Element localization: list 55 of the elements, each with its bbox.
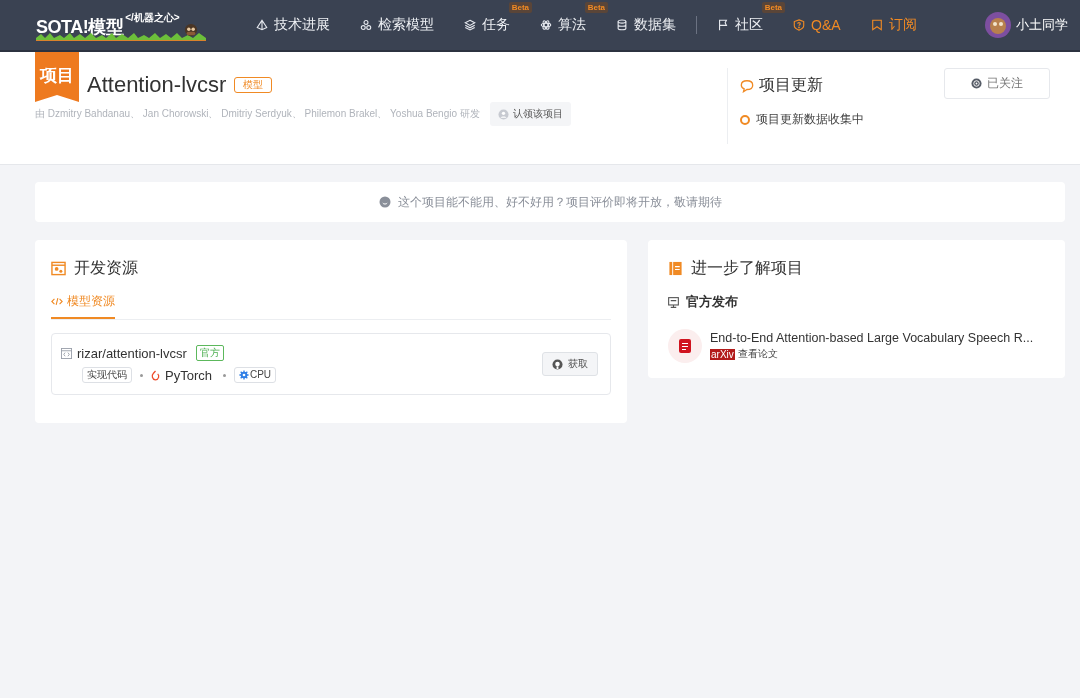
update-status: 项目更新数据收集中 — [756, 111, 864, 128]
get-button[interactable]: 获取 — [542, 352, 598, 376]
database-icon — [616, 19, 628, 31]
nav-link[interactable]: 技术进展 — [256, 16, 330, 34]
beta-badge: Beta — [508, 2, 532, 13]
status-ring-icon — [740, 114, 750, 125]
follow-button[interactable]: 已关注 — [944, 68, 1050, 99]
flag-icon — [717, 19, 729, 31]
avatar-icon[interactable] — [985, 12, 1011, 38]
beta-badge: Beta — [761, 2, 785, 13]
source-badge: arXiv — [710, 348, 735, 360]
code-window-icon — [61, 347, 72, 359]
atom-icon — [540, 19, 552, 31]
authors-text: 由 Dzmitry Bahdanau、 Jan Chorowski、 Dmitriy Serdyuk、 Philemon Brakel、 Yoshua Bengio 研发 — [35, 107, 480, 121]
pyramid-icon — [256, 19, 268, 31]
paper-title-link[interactable]: End-to-End Attention-based Large Vocabulary Speech R... — [710, 331, 1034, 345]
nav-link[interactable]: 数据集 — [616, 16, 676, 34]
section-title: 进一步了解项目 — [691, 258, 803, 278]
chat-bubble-icon — [740, 78, 754, 93]
nav-link[interactable]: Q&A — [793, 17, 841, 33]
window-gears-icon — [51, 261, 66, 276]
hardware-label: CPU — [249, 368, 272, 382]
repository-name[interactable]: rizar/attention-lvcsr — [77, 345, 187, 361]
person-icon — [497, 108, 509, 120]
radar-icon — [971, 78, 982, 89]
flame-icon — [151, 369, 160, 381]
subsection-title: 官方发布 — [686, 293, 738, 311]
updates-title: 项目更新 — [759, 75, 823, 95]
document-icon — [668, 329, 702, 363]
code-icon — [51, 297, 63, 306]
github-icon — [552, 358, 563, 370]
section-title: 开发资源 — [74, 258, 138, 278]
bookmark-icon — [870, 19, 883, 31]
smiley-icon — [378, 196, 391, 208]
layers-icon — [464, 19, 476, 31]
separator-dot — [140, 373, 143, 377]
beta-badge: Beta — [584, 2, 608, 13]
user-name[interactable]: 小土同学 — [1016, 16, 1068, 34]
view-paper-link[interactable]: 查看论文 — [737, 347, 778, 361]
nav-link[interactable]: 检索模型 — [360, 16, 434, 34]
project-title: Attention-lvcsr — [87, 72, 227, 98]
nav-link[interactable]: 订阅 — [870, 16, 917, 34]
monitor-icon — [668, 296, 679, 308]
framework-name: PyTorch — [165, 367, 212, 383]
type-chip: 实现代码 — [82, 367, 132, 383]
type-tag: 模型 — [234, 77, 273, 93]
notice-text: 这个项目能不能用、好不好用？项目评价即将开放，敬请期待 — [397, 193, 722, 211]
separator-dot — [222, 373, 226, 377]
circles-icon — [360, 19, 372, 31]
claim-button[interactable]: 认领该项目 — [489, 102, 571, 126]
official-tag: 官方 — [195, 345, 224, 361]
notebook-icon — [668, 261, 683, 276]
shield-question-icon — [793, 19, 805, 31]
gear-icon — [238, 370, 249, 380]
project-ribbon: 项目 — [35, 52, 79, 102]
